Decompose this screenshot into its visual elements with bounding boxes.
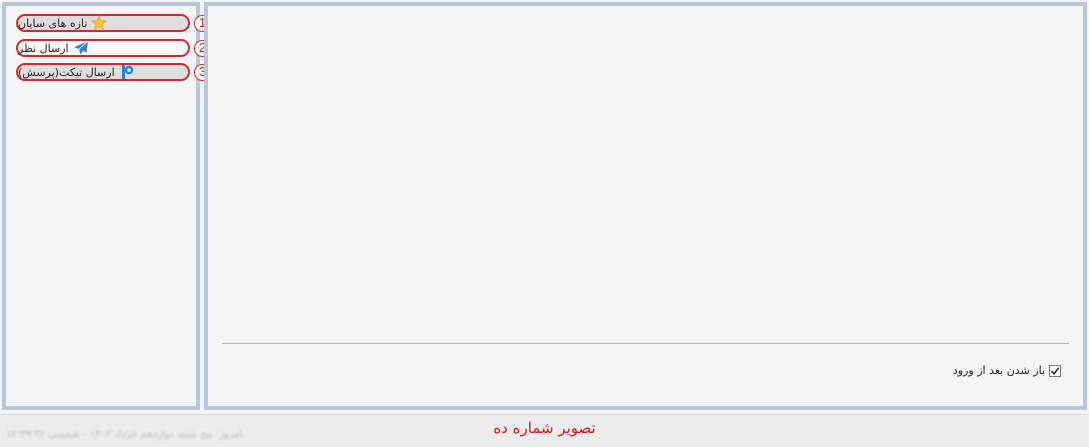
paper-plane-icon [73, 40, 89, 56]
open-after-login-label: باز شدن بعد از ورود [952, 364, 1045, 377]
divider [222, 343, 1069, 344]
sidebar-item-send-feedback[interactable]: ارسال نظر [16, 39, 190, 57]
ticket-pin-icon [119, 64, 135, 80]
sidebar-panel: تازه های سایان 1 ارسال نظر 2 ارسال تیکت(… [2, 2, 211, 410]
sidebar-item-label: ارسال نظر [18, 41, 69, 55]
open-after-login-option[interactable]: باز شدن بعد از ورود [953, 364, 1061, 377]
sidebar-item-label: ارسال تیکت(پرسش) [18, 65, 115, 79]
sidebar-item-label: تازه های سایان [18, 16, 88, 30]
sidebar-item-send-ticket[interactable]: ارسال تیکت(پرسش) [16, 63, 190, 81]
status-text: امروز: پنج شنبه دوازدهم خرداد ۱۴۰۳ - شمس… [6, 429, 243, 440]
star-icon [91, 15, 108, 31]
bottom-bar: تصویر شماره ده امروز: پنج شنبه دوازدهم خ… [0, 414, 1089, 447]
sidebar-item-news[interactable]: تازه های سایان [16, 14, 190, 32]
content-panel: باز شدن بعد از ورود [204, 2, 1087, 410]
checkmark-icon [1050, 366, 1060, 375]
open-after-login-checkbox[interactable] [1049, 364, 1061, 377]
